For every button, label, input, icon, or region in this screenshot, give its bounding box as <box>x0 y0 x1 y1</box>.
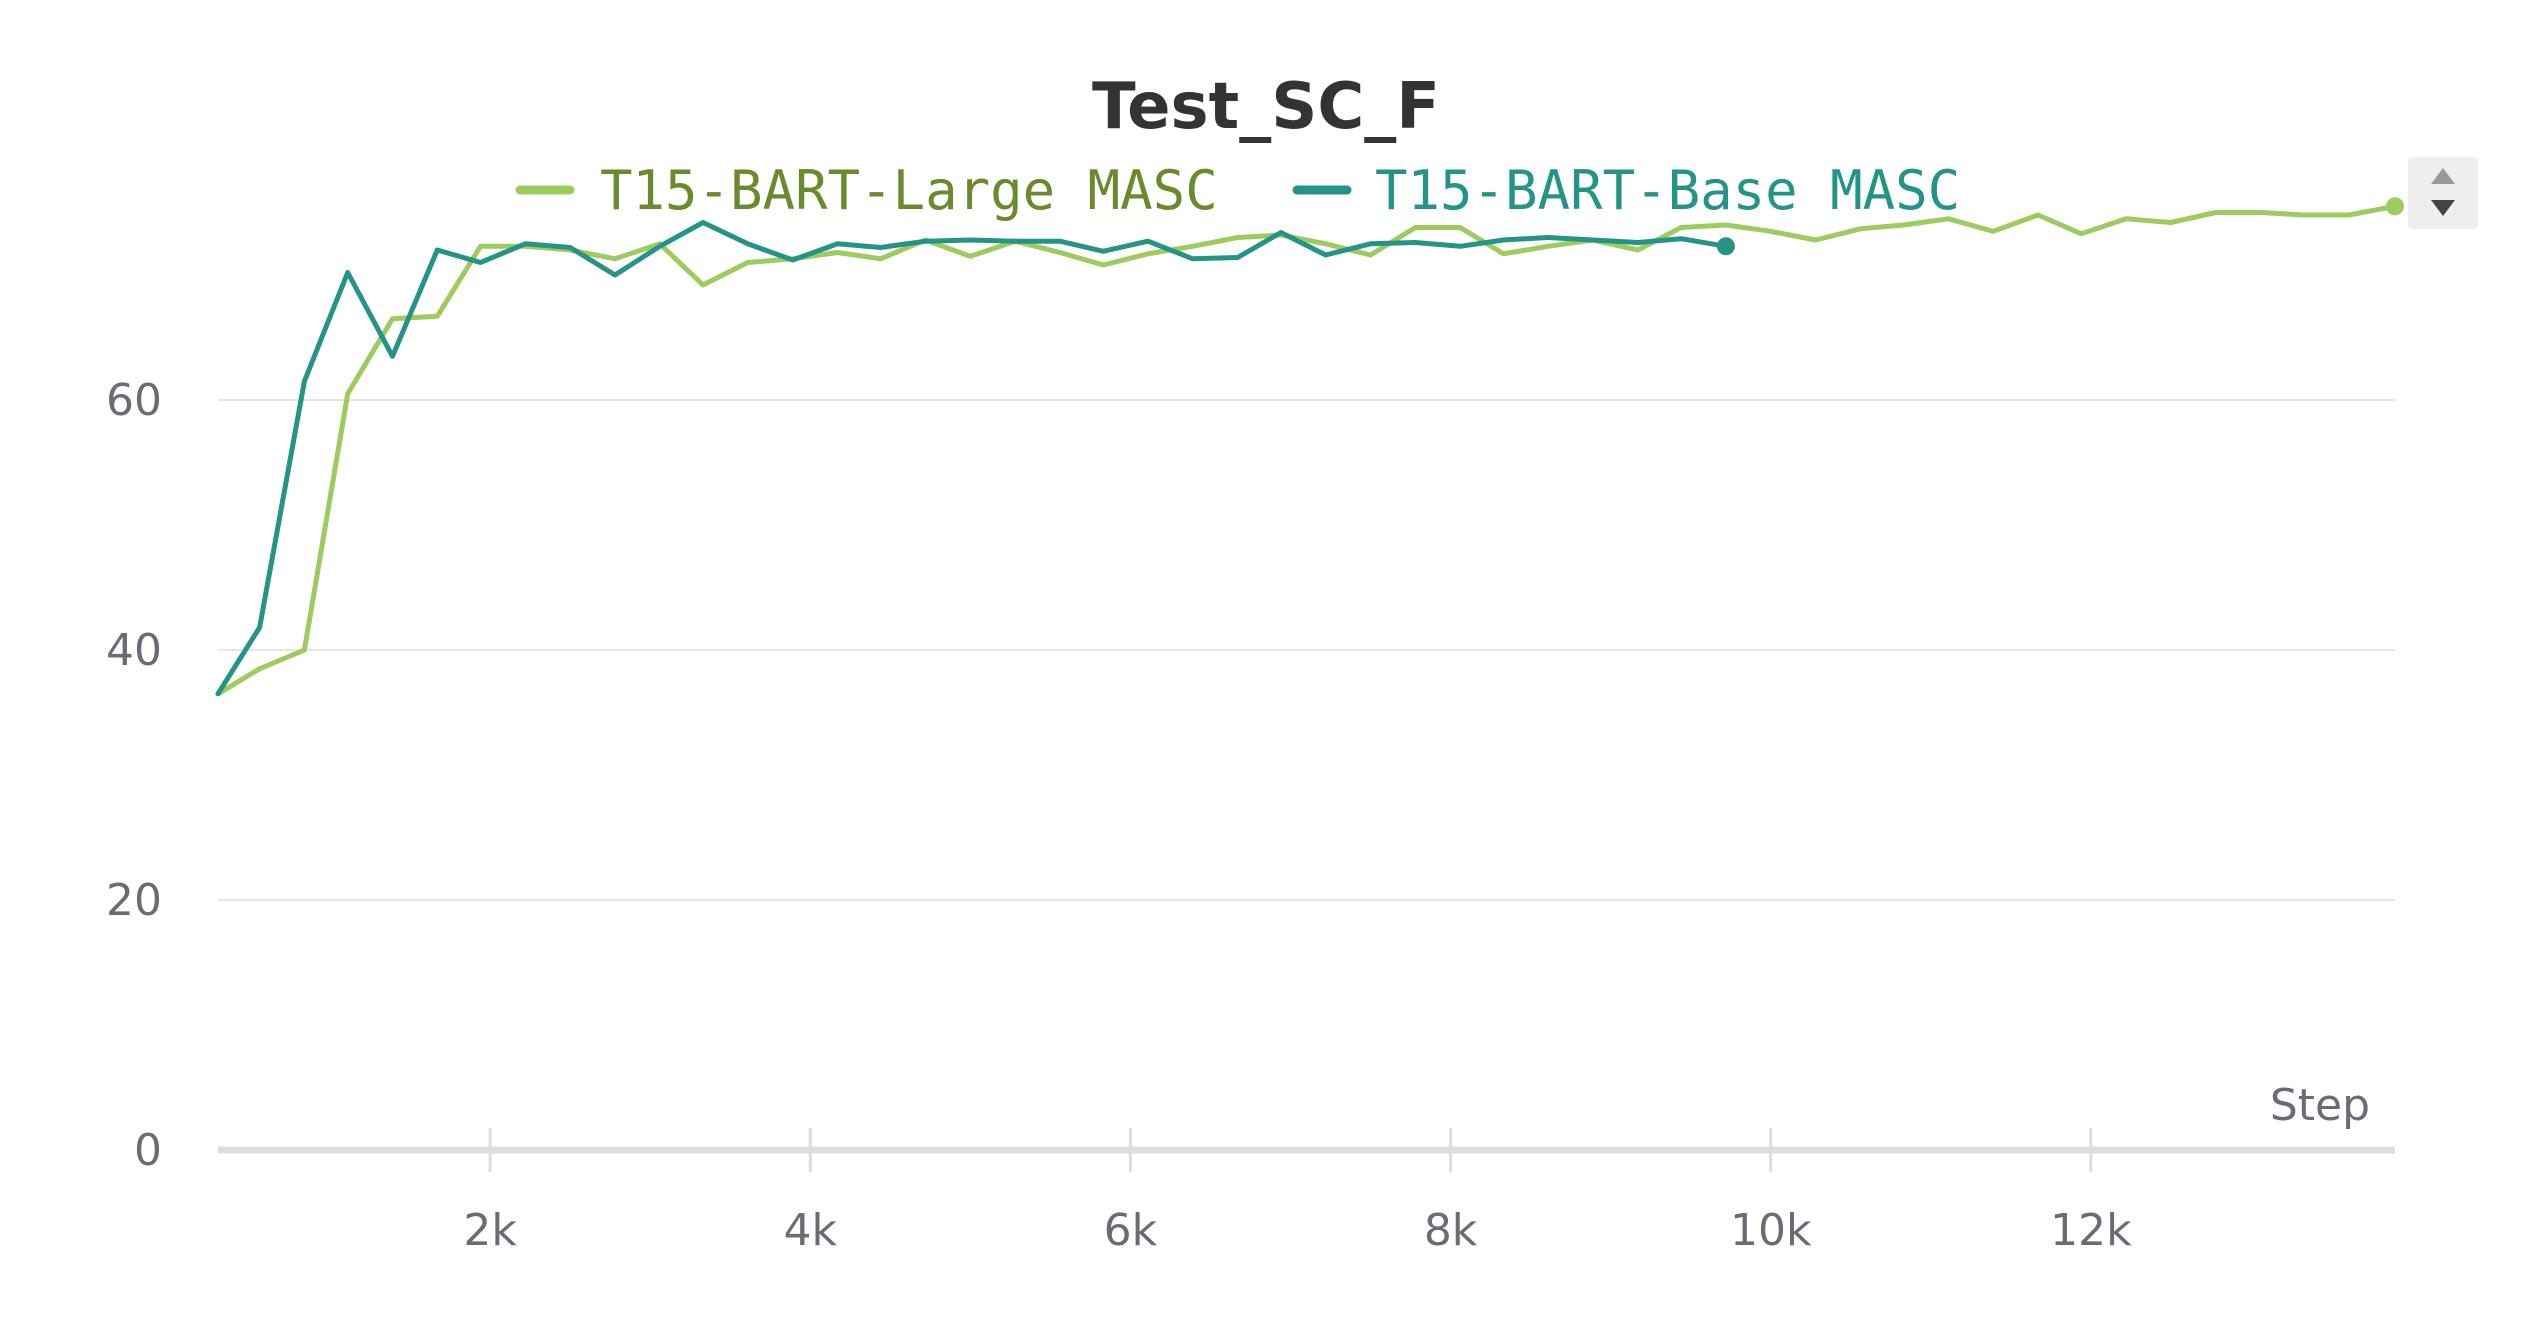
line-chart: Test_SC_F T15-BART-Large MASC T15-BART-Ba… <box>106 70 2478 1256</box>
legend-item-1[interactable]: T15-BART-Base MASC <box>1292 159 1960 222</box>
y-tick-label: 0 <box>134 1125 162 1176</box>
y-tick-label: 20 <box>106 875 162 926</box>
y-tick-label: 60 <box>106 375 162 426</box>
legend-scroll-control[interactable] <box>2408 157 2478 229</box>
x-tick-label: 12k <box>2050 1205 2132 1256</box>
x-axis: 2k 4k 6k 8k 10k 12k <box>218 1128 2395 1256</box>
series-layer <box>215 197 2404 697</box>
legend-label: T15-BART-Base MASC <box>1375 159 1960 222</box>
x-tick-label: 4k <box>784 1205 838 1256</box>
legend-item-0[interactable]: T15-BART-Large MASC <box>515 159 1218 222</box>
chart-title: Test_SC_F <box>1092 70 1440 144</box>
chart-root: Test_SC_F T15-BART-Large MASC T15-BART-Ba… <box>0 0 2527 1327</box>
x-axis-title: Step <box>2270 1080 2370 1131</box>
y-tick-label: 40 <box>106 625 162 676</box>
series-end-point-0[interactable] <box>2386 197 2404 216</box>
x-tick-label: 2k <box>463 1205 517 1256</box>
series-line-1[interactable] <box>215 220 1729 697</box>
legend-label: T15-BART-Large MASC <box>600 159 1218 222</box>
y-axis: 0 20 40 60 <box>106 375 162 1176</box>
x-tick-label: 6k <box>1104 1205 1158 1256</box>
series-end-point-1[interactable] <box>1716 237 1735 256</box>
grid-lines <box>218 399 2395 901</box>
x-tick-label: 10k <box>1730 1205 1812 1256</box>
legend[interactable]: T15-BART-Large MASC T15-BART-Base MASC <box>515 159 1960 222</box>
x-tick-label: 8k <box>1424 1205 1478 1256</box>
series-line-0[interactable] <box>215 203 2398 697</box>
legend-scroll-box[interactable] <box>2408 157 2478 229</box>
